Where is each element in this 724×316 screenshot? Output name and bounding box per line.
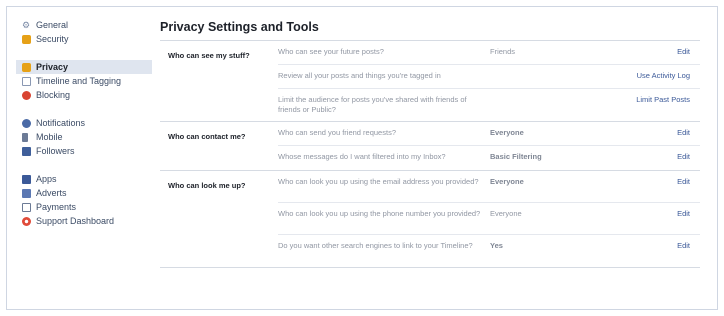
setting-question: Who can look you up using the email addr… [278,177,479,186]
followers-icon [22,146,31,156]
sidebar-item-label: Payments [36,202,77,212]
setting-question: Do you want other search engines to link… [278,241,473,250]
setting-value: Everyone [490,128,524,137]
edit-link[interactable]: Edit [600,128,700,138]
section-rows: Who can see your future posts? Friends E… [278,41,700,121]
setting-value: Basic Filtering [490,152,542,161]
security-badge-icon [22,34,31,44]
sidebar-item-label: Mobile [36,132,63,142]
sidebar-item-apps[interactable]: Apps [16,172,152,186]
sidebar-item-privacy[interactable]: Privacy [16,60,152,74]
sidebar-item-label: Timeline and Tagging [36,76,122,86]
setting-value: Friends [490,47,516,56]
setting-row: Who can see your future posts? Friends E… [278,41,700,65]
sidebar-item-label: Apps [36,174,57,184]
sidebar-item-security[interactable]: Security [16,32,152,46]
sidebar-item-label: Blocking [36,90,71,100]
sidebar-item-label: Followers [36,146,75,156]
sidebar-item-general[interactable]: ⚙ General [16,18,152,32]
setting-question: Who can look you up using the phone numb… [278,209,481,218]
setting-value: Yes [490,241,503,250]
sidebar-group-account: ⚙ General Security [16,18,152,46]
setting-question: Who can see your future posts? [278,47,384,56]
section-label: Who can see my stuff? [168,51,250,60]
blocking-icon [22,90,31,100]
setting-value: Everyone [490,177,524,186]
setting-row: Who can look you up using the phone numb… [278,203,700,235]
sidebar-group-apps: Apps Adverts Payments Support Dashboard [16,172,152,228]
edit-link[interactable]: Edit [600,152,700,162]
section-label: Who can look me up? [168,181,246,190]
setting-question: Whose messages do I want filtered into m… [278,152,446,161]
use-activity-log-link[interactable]: Use Activity Log [600,71,700,81]
section-label: Who can contact me? [168,132,246,141]
setting-row: Review all your posts and things you're … [278,65,700,89]
edit-link[interactable]: Edit [600,47,700,57]
globe-icon [22,118,31,128]
sidebar-group-privacy: Privacy Timeline and Tagging Blocking [16,60,152,102]
edit-link[interactable]: Edit [600,177,700,187]
section-who-can-look-up: Who can look me up? Who can look you up … [160,171,700,268]
sidebar-item-label: General [36,20,69,30]
sidebar-item-adverts[interactable]: Adverts [16,186,152,200]
sidebar-item-label: Security [36,34,69,44]
setting-value: Everyone [490,209,522,218]
setting-question: Who can send you friend requests? [278,128,396,137]
adverts-icon [22,188,31,198]
payments-icon [22,202,31,212]
section-who-can-see: Who can see my stuff? Who can see your f… [160,41,700,122]
section-who-can-contact: Who can contact me? Who can send you fri… [160,122,700,171]
edit-link[interactable]: Edit [600,209,700,219]
sidebar-group-notifications: Notifications Mobile Followers [16,116,152,158]
limit-past-posts-link[interactable]: Limit Past Posts [600,95,700,105]
sidebar-item-label: Adverts [36,188,67,198]
privacy-settings-panel: Privacy Settings and Tools Who can see m… [160,18,700,268]
sidebar-item-mobile[interactable]: Mobile [16,130,152,144]
setting-row: Do you want other search engines to link… [278,235,700,267]
setting-row: Who can look you up using the email addr… [278,171,700,203]
gear-icon: ⚙ [22,19,31,30]
sidebar-item-notifications[interactable]: Notifications [16,116,152,130]
section-rows: Who can send you friend requests? Everyo… [278,122,700,170]
sidebar-item-label: Notifications [36,118,86,128]
page-title: Privacy Settings and Tools [160,18,700,41]
sidebar-item-timeline[interactable]: Timeline and Tagging [16,74,152,88]
settings-sidebar: ⚙ General Security Privacy Timeline and … [16,18,152,242]
sidebar-item-label: Support Dashboard [36,216,115,226]
section-rows: Who can look you up using the email addr… [278,171,700,267]
timeline-icon [22,76,31,86]
edit-link[interactable]: Edit [600,241,700,251]
sidebar-item-blocking[interactable]: Blocking [16,88,152,102]
setting-row: Who can send you friend requests? Everyo… [278,122,700,146]
sidebar-item-payments[interactable]: Payments [16,200,152,214]
sidebar-item-followers[interactable]: Followers [16,144,152,158]
mobile-icon [22,132,28,142]
setting-question: Limit the audience for posts you've shar… [278,95,467,114]
setting-row: Limit the audience for posts you've shar… [278,89,700,121]
apps-icon [22,174,31,184]
sidebar-item-support-dashboard[interactable]: Support Dashboard [16,214,152,228]
lock-icon [22,62,31,72]
support-icon [22,216,31,226]
setting-row: Whose messages do I want filtered into m… [278,146,700,170]
sidebar-item-label: Privacy [36,62,69,72]
setting-question: Review all your posts and things you're … [278,71,441,80]
